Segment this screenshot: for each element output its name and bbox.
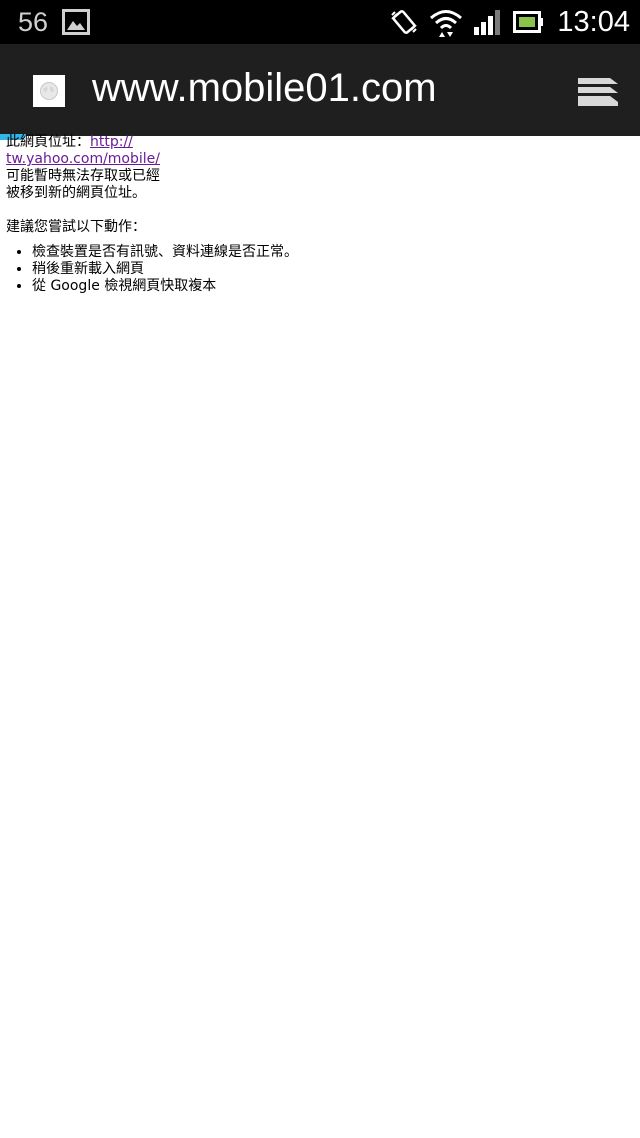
tabs-stack-icon[interactable] <box>576 74 620 108</box>
suggestion-list: 檢查裝置是否有訊號、資料連線是否正常。 稍後重新載入網頁 從 Google 檢視… <box>6 244 626 295</box>
error-message: 可能暫時無法存取或已經 被移到新的網頁位址。 <box>6 168 626 202</box>
error-page-content: 此網頁位址：http:// tw.yahoo.com/mobile/ 可能暫時無… <box>6 134 626 295</box>
globe-favicon-icon <box>33 75 65 107</box>
address-prefix: 此網頁位址： <box>6 134 90 150</box>
error-message-line1: 可能暫時無法存取或已經 <box>6 168 160 184</box>
suggestion-item: 檢查裝置是否有訊號、資料連線是否正常。 <box>32 244 626 261</box>
address-line: 此網頁位址：http:// tw.yahoo.com/mobile/ <box>6 134 626 168</box>
suggest-heading: 建議您嘗試以下動作： <box>6 219 146 235</box>
signal-icon <box>474 10 501 35</box>
clock: 13:04 <box>557 5 630 38</box>
address-link-part2[interactable]: tw.yahoo.com/mobile/ <box>6 151 160 167</box>
error-message-line2: 被移到新的網頁位址。 <box>6 185 146 201</box>
status-bar: 56 13:04 <box>0 0 640 44</box>
battery-icon <box>513 11 544 33</box>
wifi-icon <box>430 10 463 37</box>
vibrate-rotate-icon <box>391 10 418 34</box>
url-display[interactable]: www.mobile01.com <box>92 66 437 111</box>
suggestion-item: 稍後重新載入網頁 <box>32 261 626 278</box>
suggestion-item: 從 Google 檢視網頁快取複本 <box>32 278 626 295</box>
address-link-part1[interactable]: http:// <box>90 134 133 150</box>
image-icon <box>62 9 91 35</box>
status-bar-left: 56 <box>18 0 91 44</box>
status-bar-right: 13:04 <box>389 0 630 44</box>
browser-title-bar: www.mobile01.com <box>0 44 640 136</box>
notification-count: 56 <box>18 6 49 37</box>
